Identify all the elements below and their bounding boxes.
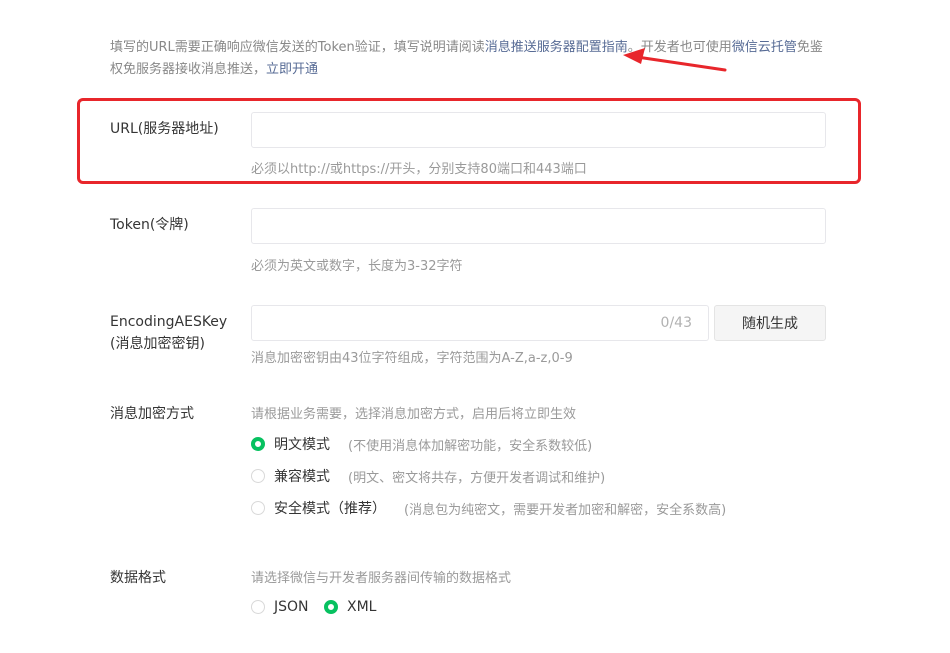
token-hint: 必须为英文或数字，长度为3-32字符 (251, 259, 463, 274)
encrypt-option-desc: (消息包为纯密文，需要开发者加密和解密，安全系数高) (404, 502, 727, 518)
aes-label-line2: (消息加密密钥) (110, 336, 205, 352)
format-option-json[interactable]: JSON (251, 597, 309, 617)
encrypt-option-desc: (不使用消息体加解密功能，安全系数较低) (348, 438, 593, 454)
encrypt-label: 消息加密方式 (110, 406, 194, 422)
format-label: 数据格式 (110, 570, 166, 586)
radio-checked-icon[interactable] (324, 600, 338, 614)
encrypt-option-label: 明文模式 (274, 437, 330, 453)
format-option-xml[interactable]: XML (324, 597, 376, 617)
token-input[interactable] (251, 208, 826, 244)
format-option-label: JSON (274, 599, 309, 615)
encrypt-option-desc: (明文、密文将共存，方便开发者调试和维护) (348, 470, 606, 486)
url-hint: 必须以http://或https://开头，分别支持80端口和443端口 (251, 162, 587, 177)
aes-char-counter: 0/43 (660, 315, 692, 331)
aes-label-line1: EncodingAESKey (110, 314, 228, 330)
aes-input[interactable]: 0/43 (251, 305, 709, 341)
token-label: Token(令牌) (110, 217, 189, 233)
intro-text-1: 填写的URL需要正确响应微信发送的Token验证，填写说明请阅读 (110, 40, 485, 55)
radio-unchecked-icon[interactable] (251, 469, 265, 483)
random-generate-button[interactable]: 随机生成 (714, 305, 826, 341)
encrypt-option-label: 兼容模式 (274, 469, 330, 485)
url-input[interactable] (251, 112, 826, 148)
annotation-arrow (623, 48, 727, 72)
encrypt-hint: 请根据业务需要，选择消息加密方式，启用后将立即生效 (251, 407, 577, 422)
push-guide-link[interactable]: 消息推送服务器配置指南 (485, 40, 628, 55)
aes-hint: 消息加密密钥由43位字符组成，字符范围为A-Z,a-z,0-9 (251, 351, 573, 366)
radio-unchecked-icon[interactable] (251, 501, 265, 515)
aes-label: EncodingAESKey (消息加密密钥) (110, 312, 227, 354)
encrypt-option-compatible[interactable]: 兼容模式 (明文、密文将共存，方便开发者调试和维护) (251, 466, 605, 486)
cloud-hosting-link[interactable]: 微信云托管 (732, 40, 797, 55)
encrypt-option-label: 安全模式（推荐） (274, 501, 386, 517)
radio-checked-icon[interactable] (251, 437, 265, 451)
encrypt-option-plaintext[interactable]: 明文模式 (不使用消息体加解密功能，安全系数较低) (251, 434, 592, 454)
url-label: URL(服务器地址) (110, 121, 219, 137)
radio-unchecked-icon[interactable] (251, 600, 265, 614)
format-option-label: XML (347, 599, 377, 615)
enable-now-link[interactable]: 立即开通 (266, 62, 318, 77)
encrypt-option-secure[interactable]: 安全模式（推荐） (消息包为纯密文，需要开发者加密和解密，安全系数高) (251, 498, 726, 518)
format-hint: 请选择微信与开发者服务器间传输的数据格式 (251, 571, 512, 586)
